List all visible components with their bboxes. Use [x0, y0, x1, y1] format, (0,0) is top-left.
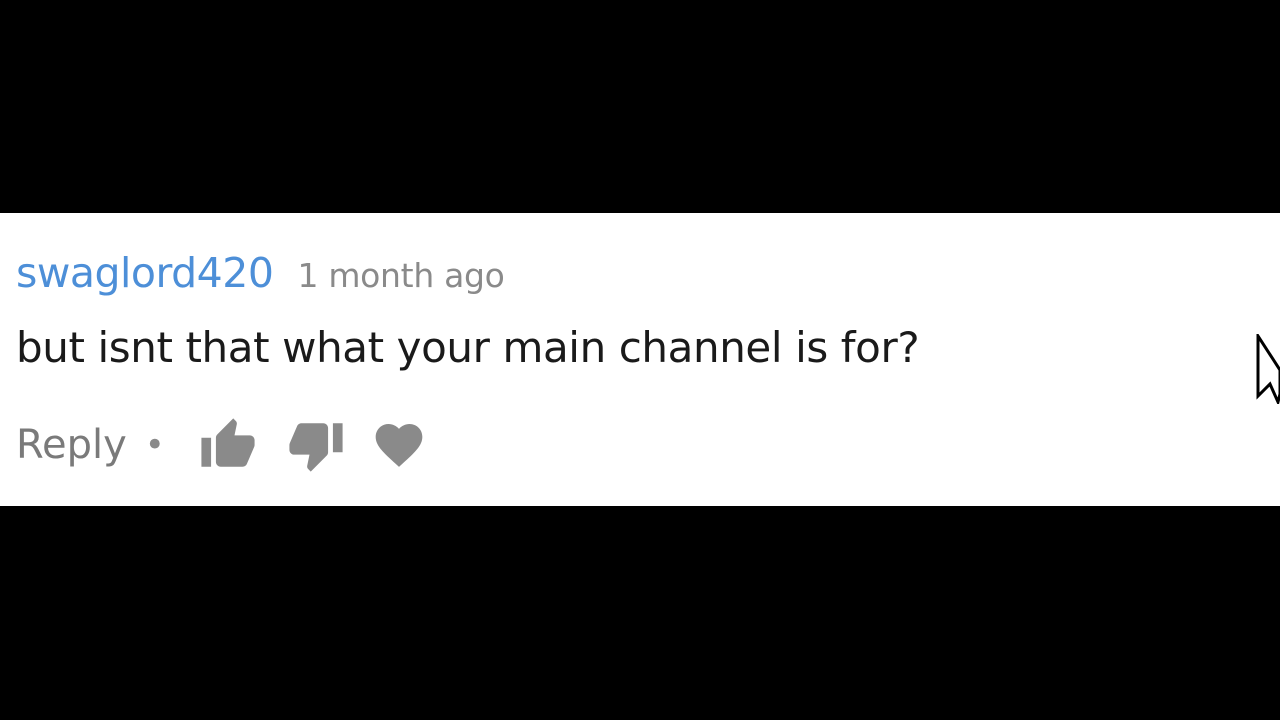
reply-button[interactable]: Reply — [16, 422, 127, 468]
like-button[interactable] — [199, 416, 257, 474]
comment-author-link[interactable]: swaglord420 — [16, 249, 274, 297]
comment-header: swaglord420 1 month ago — [16, 249, 505, 297]
heart-button[interactable] — [371, 417, 427, 473]
comment-timestamp[interactable]: 1 month ago — [297, 256, 504, 295]
separator-dot: • — [144, 425, 165, 465]
heart-icon — [375, 424, 423, 467]
thumbs-up-icon — [201, 418, 255, 467]
dislike-button[interactable] — [287, 416, 345, 474]
thumbs-down-icon — [289, 423, 343, 472]
comment-body: but isnt that what your main channel is … — [16, 323, 920, 372]
mouse-cursor-icon — [1256, 334, 1280, 404]
video-frame: swaglord420 1 month ago but isnt that wh… — [0, 0, 1280, 720]
comment-actions: Reply • — [16, 413, 427, 477]
comment-card: swaglord420 1 month ago but isnt that wh… — [0, 213, 1280, 506]
